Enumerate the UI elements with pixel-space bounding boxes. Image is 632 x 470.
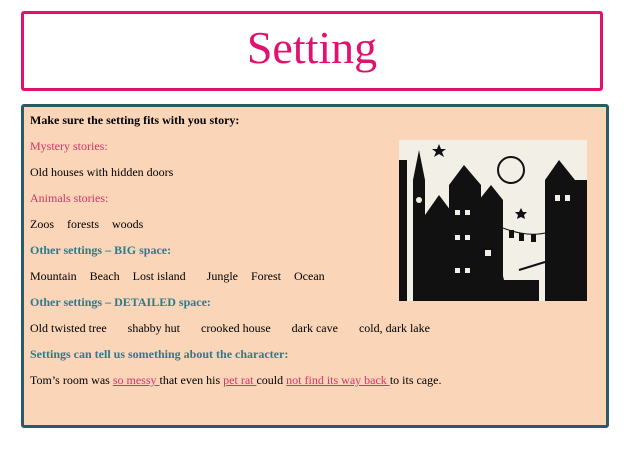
animal-items: Zoos forests woods xyxy=(30,217,143,232)
page-title: Setting xyxy=(246,22,378,73)
character-heading: Settings can tell us something about the… xyxy=(30,347,289,361)
town-silhouette-icon xyxy=(399,140,587,301)
intro-heading: Make sure the setting fits with you stor… xyxy=(30,113,240,127)
example-sentence: Tom’s room was so messy that even his pe… xyxy=(30,373,441,388)
list-item: cold, dark lake xyxy=(358,321,430,335)
mystery-heading: Mystery stories: xyxy=(30,139,108,153)
sentence-part: Tom’s room was xyxy=(30,373,113,387)
detailed-space-items: Old twisted tree shabby hut crooked hous… xyxy=(30,321,430,336)
sentence-part: that even his xyxy=(159,373,224,387)
underlined-phrase: pet rat xyxy=(223,373,257,387)
detailed-space-heading: Other settings – DETAILED space: xyxy=(30,295,211,309)
animal-heading: Animals stories: xyxy=(30,191,109,205)
list-item: Jungle xyxy=(206,269,238,283)
list-item: Old twisted tree xyxy=(30,321,107,335)
list-item: Beach xyxy=(89,269,120,283)
list-item: shabby hut xyxy=(127,321,180,335)
content-panel: Make sure the setting fits with you stor… xyxy=(21,104,609,428)
list-item: dark cave xyxy=(291,321,338,335)
list-item: woods xyxy=(112,217,144,231)
sentence-part: to its cage. xyxy=(389,373,442,387)
list-item: crooked house xyxy=(201,321,271,335)
list-item: Zoos xyxy=(30,217,54,231)
list-item: Forest xyxy=(251,269,281,283)
mystery-text: Old houses with hidden doors xyxy=(30,165,174,179)
list-item: Lost island xyxy=(132,269,186,283)
big-space-items: Mountain Beach Lost island Jungle Forest… xyxy=(30,269,325,284)
underlined-phrase: so messy xyxy=(112,373,160,387)
list-item: forests xyxy=(67,217,99,231)
sentence-part: could xyxy=(256,373,287,387)
title-box: Setting xyxy=(21,11,603,91)
big-space-heading: Other settings – BIG space: xyxy=(30,243,172,257)
list-item: Ocean xyxy=(294,269,325,283)
list-item: Mountain xyxy=(30,269,77,283)
underlined-phrase: not find its way back xyxy=(286,373,390,387)
